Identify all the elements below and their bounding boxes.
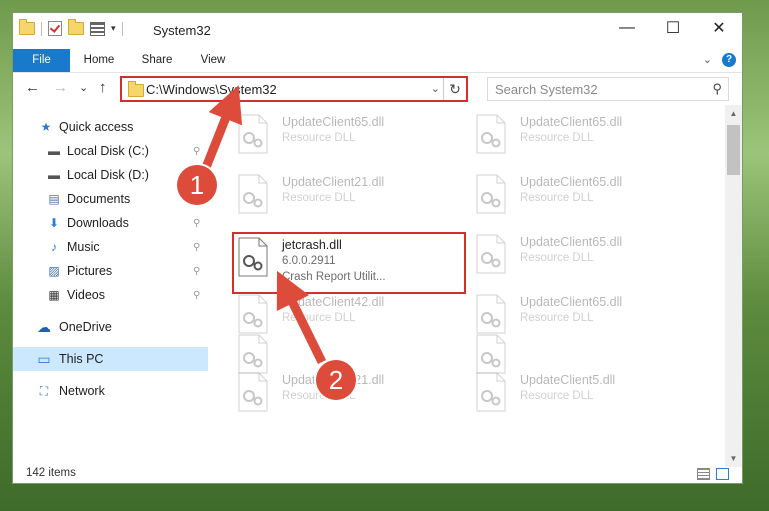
annotation-arrows	[200, 85, 327, 364]
step-badge-2: 2	[316, 360, 356, 400]
step-badge-1: 1	[177, 165, 217, 205]
arrow-to-jetcrash-file	[276, 270, 327, 364]
arrow-to-address-bar	[200, 85, 243, 172]
